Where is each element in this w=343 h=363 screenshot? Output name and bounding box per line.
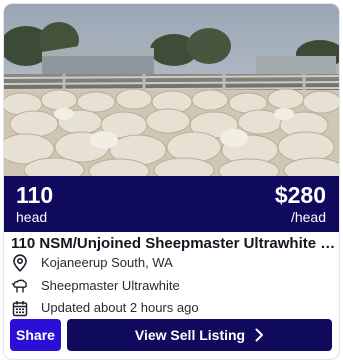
location-row: Kojaneerup South, WA xyxy=(11,253,331,273)
view-sell-listing-button[interactable]: View Sell Listing xyxy=(67,319,332,351)
calendar-icon xyxy=(11,299,29,317)
listing-card[interactable]: 110 head $280 /head 110 NSM/Unjoined She… xyxy=(4,4,339,359)
quantity-unit: head xyxy=(16,209,48,225)
listing-title[interactable]: 110 NSM/Unjoined Sheepmaster Ultrawhite … xyxy=(11,234,336,253)
updated-text: Updated about 2 hours ago xyxy=(41,300,199,315)
share-button[interactable]: Share xyxy=(10,319,61,351)
breed-row: Sheepmaster Ultrawhite xyxy=(11,276,331,296)
location-text: Kojaneerup South, WA xyxy=(41,255,173,270)
share-button-label: Share xyxy=(16,327,55,343)
sheep-icon xyxy=(11,277,29,295)
chevron-right-icon xyxy=(255,328,264,342)
view-sell-listing-label: View Sell Listing xyxy=(134,327,246,343)
updated-row: Updated about 2 hours ago xyxy=(11,298,331,318)
listing-photo[interactable] xyxy=(4,4,339,176)
map-pin-icon xyxy=(11,254,29,272)
price-unit: /head xyxy=(290,209,326,225)
quantity-value: 110 xyxy=(16,182,54,208)
price-value: $280 xyxy=(274,182,326,208)
sheep-yard-image xyxy=(4,4,339,176)
price-bar: 110 head $280 /head xyxy=(4,176,339,232)
breed-text: Sheepmaster Ultrawhite xyxy=(41,278,180,293)
